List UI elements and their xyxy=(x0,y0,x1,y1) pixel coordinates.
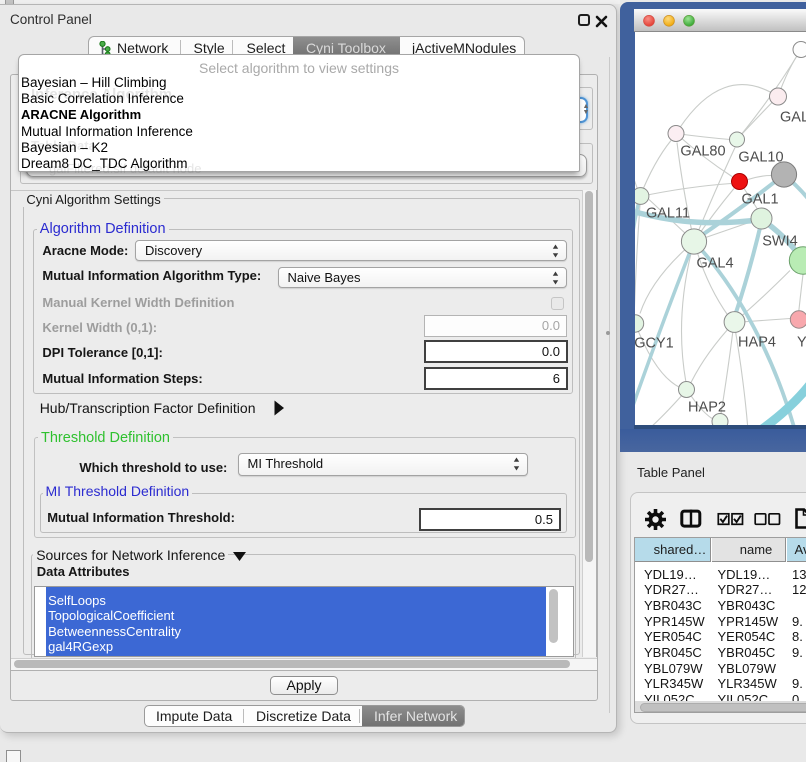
svg-text:HAP2: HAP2 xyxy=(688,399,726,415)
svg-text:GAL1: GAL1 xyxy=(741,191,778,207)
svg-text:GAL10: GAL10 xyxy=(738,149,783,165)
svg-text:GAL: GAL xyxy=(780,109,806,125)
svg-text:GAL80: GAL80 xyxy=(680,143,725,159)
svg-text:GAL4: GAL4 xyxy=(696,255,733,271)
svg-text:HAP4: HAP4 xyxy=(738,334,776,350)
svg-text:SWI4: SWI4 xyxy=(762,233,797,249)
svg-text:Y: Y xyxy=(797,334,806,350)
svg-text:GAL11: GAL11 xyxy=(646,205,690,221)
svg-text:GCY1: GCY1 xyxy=(635,335,674,351)
